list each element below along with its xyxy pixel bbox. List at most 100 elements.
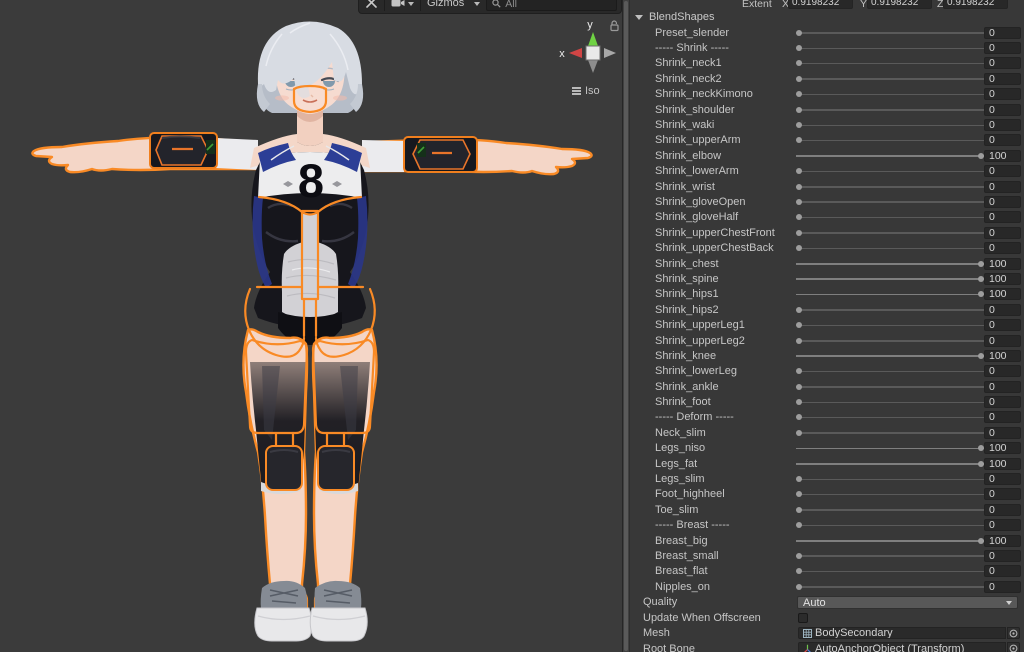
blendshape-value-field[interactable]: 0 [984, 519, 1021, 532]
blendshape-value-field[interactable]: 0 [984, 580, 1021, 593]
gizmos-dropdown-button[interactable] [470, 0, 484, 13]
blendshape-slider[interactable] [796, 243, 984, 253]
blendshape-value-field[interactable]: 0 [984, 195, 1021, 208]
slider-handle[interactable] [796, 522, 802, 529]
blendshape-value-field[interactable]: 0 [984, 334, 1021, 347]
blendshape-slider[interactable] [796, 182, 984, 192]
blendshape-value-field[interactable]: 0 [984, 42, 1021, 55]
blendshape-value-field[interactable]: 0 [984, 426, 1021, 439]
blendshape-slider[interactable] [796, 536, 984, 546]
blendshape-slider[interactable] [796, 274, 984, 284]
blendshape-slider[interactable] [796, 289, 984, 299]
mesh-object-picker[interactable] [1007, 627, 1020, 640]
blendshape-value-field[interactable]: 0 [984, 473, 1021, 486]
blendshape-value-field[interactable]: 0 [984, 88, 1021, 101]
blendshape-value-field[interactable]: 0 [984, 411, 1021, 424]
blendshape-value-field[interactable]: 0 [984, 134, 1021, 147]
slider-handle[interactable] [796, 368, 802, 375]
blendshape-slider[interactable] [796, 197, 984, 207]
slider-handle[interactable] [796, 45, 802, 52]
blendshape-value-field[interactable]: 0 [984, 103, 1021, 116]
tools-button[interactable] [359, 0, 384, 13]
blendshape-value-field[interactable]: 0 [984, 211, 1021, 224]
slider-handle[interactable] [796, 106, 802, 113]
blendshape-value-field[interactable]: 0 [984, 165, 1021, 178]
blendshape-slider[interactable] [796, 58, 984, 68]
down-axis-cone[interactable] [588, 60, 598, 73]
blendshape-value-field[interactable]: 0 [984, 503, 1021, 516]
inspector-scrollbar[interactable] [622, 0, 630, 652]
slider-handle[interactable] [796, 75, 802, 82]
x-axis-cone[interactable] [569, 48, 582, 58]
slider-handle[interactable] [796, 399, 802, 406]
blendshape-slider[interactable] [796, 151, 984, 161]
root-bone-object-field[interactable]: AutoAnchorObject (Transform) [798, 642, 1006, 652]
blendshape-value-field[interactable]: 100 [984, 272, 1021, 285]
blendshape-slider[interactable] [796, 74, 984, 84]
blendshape-value-field[interactable]: 0 [984, 226, 1021, 239]
blendshape-slider[interactable] [796, 551, 984, 561]
gizmos-button[interactable]: Gizmos [421, 0, 470, 13]
slider-handle[interactable] [796, 491, 802, 498]
blendshape-slider[interactable] [796, 120, 984, 130]
blendshape-slider[interactable] [796, 520, 984, 530]
slider-handle[interactable] [796, 476, 802, 483]
slider-handle[interactable] [796, 322, 802, 329]
extent-z-field[interactable]: 0.9198232 [943, 0, 1008, 9]
blendshape-value-field[interactable]: 0 [984, 303, 1021, 316]
blendshape-value-field[interactable]: 0 [984, 26, 1021, 39]
blendshape-slider[interactable] [796, 366, 984, 376]
blendshape-value-field[interactable]: 100 [984, 457, 1021, 470]
blendshape-slider[interactable] [796, 582, 984, 592]
blendshape-value-field[interactable]: 0 [984, 57, 1021, 70]
blendshape-value-field[interactable]: 0 [984, 365, 1021, 378]
blendshape-slider[interactable] [796, 489, 984, 499]
slider-handle[interactable] [796, 506, 802, 513]
blendshapes-foldout[interactable]: BlendShapes [630, 10, 1024, 25]
blendshape-slider[interactable] [796, 305, 984, 315]
blendshape-slider[interactable] [796, 212, 984, 222]
blendshape-slider[interactable] [796, 351, 984, 361]
slider-handle[interactable] [796, 583, 802, 590]
blendshape-value-field[interactable]: 0 [984, 396, 1021, 409]
slider-handle[interactable] [796, 198, 802, 205]
blendshape-value-field[interactable]: 0 [984, 380, 1021, 393]
blendshape-slider[interactable] [796, 474, 984, 484]
blendshape-slider[interactable] [796, 89, 984, 99]
blendshape-slider[interactable] [796, 228, 984, 238]
y-axis-cone[interactable] [588, 32, 598, 46]
slider-handle[interactable] [796, 91, 802, 98]
blendshape-slider[interactable] [796, 43, 984, 53]
root-bone-object-picker[interactable] [1007, 642, 1020, 652]
blendshape-slider[interactable] [796, 443, 984, 453]
slider-handle[interactable] [796, 122, 802, 129]
blendshape-value-field[interactable]: 100 [984, 442, 1021, 455]
scene-camera-button[interactable] [385, 0, 420, 13]
slider-handle[interactable] [796, 137, 802, 144]
y-axis-label[interactable]: y [587, 19, 593, 31]
blendshape-value-field[interactable]: 0 [984, 242, 1021, 255]
update-when-offscreen-checkbox[interactable] [798, 612, 808, 623]
slider-handle[interactable] [796, 183, 802, 190]
slider-handle[interactable] [796, 383, 802, 390]
blendshape-value-field[interactable]: 100 [984, 349, 1021, 362]
slider-handle[interactable] [796, 568, 802, 575]
blendshape-slider[interactable] [796, 28, 984, 38]
extent-x-field[interactable]: 0.9198232 [788, 0, 853, 9]
blendshape-value-field[interactable]: 0 [984, 119, 1021, 132]
blendshape-slider[interactable] [796, 320, 984, 330]
blendshape-value-field[interactable]: 100 [984, 149, 1021, 162]
blendshape-slider[interactable] [796, 336, 984, 346]
blendshape-value-field[interactable]: 0 [984, 180, 1021, 193]
blendshape-slider[interactable] [796, 166, 984, 176]
blendshape-slider[interactable] [796, 459, 984, 469]
blendshape-value-field[interactable]: 0 [984, 319, 1021, 332]
extent-y-field[interactable]: 0.9198232 [867, 0, 932, 9]
blendshape-slider[interactable] [796, 382, 984, 392]
blendshape-slider[interactable] [796, 428, 984, 438]
slider-handle[interactable] [796, 306, 802, 313]
blendshape-value-field[interactable]: 100 [984, 288, 1021, 301]
blendshape-value-field[interactable]: 100 [984, 257, 1021, 270]
slider-handle[interactable] [796, 229, 802, 236]
blendshape-value-field[interactable]: 0 [984, 549, 1021, 562]
